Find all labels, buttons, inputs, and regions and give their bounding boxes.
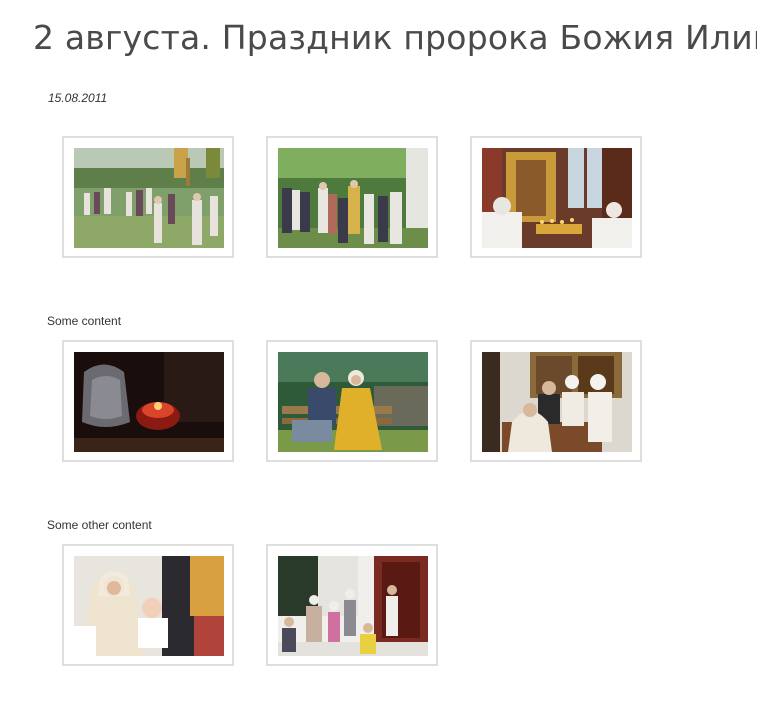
- icon-and-candles-photo: [482, 148, 632, 248]
- section-caption: Some other content: [47, 518, 152, 532]
- photo-thumbnail[interactable]: [62, 136, 234, 258]
- women-in-church-photo: [482, 352, 632, 452]
- crowd-outside-church-photo: [278, 148, 428, 248]
- section-caption: Some content: [47, 314, 122, 328]
- photo-thumbnail[interactable]: [470, 136, 642, 258]
- page-title: 2 августа. Праздник пророка Божия Илии: [33, 18, 757, 57]
- couple-on-bench-photo: [278, 352, 428, 452]
- mother-with-baby-photo: [74, 556, 224, 656]
- photo-thumbnail[interactable]: [266, 136, 438, 258]
- photo-thumbnail[interactable]: [62, 544, 234, 666]
- photo-thumbnail[interactable]: [266, 544, 438, 666]
- photo-thumbnail[interactable]: [266, 340, 438, 462]
- candle-lamp-photo: [74, 352, 224, 452]
- photo-thumbnail[interactable]: [62, 340, 234, 462]
- photo-thumbnail[interactable]: [470, 340, 642, 462]
- procession-with-banners-photo: [74, 148, 224, 248]
- post-date: 15.08.2011: [48, 91, 108, 105]
- children-at-church-door-photo: [278, 556, 428, 656]
